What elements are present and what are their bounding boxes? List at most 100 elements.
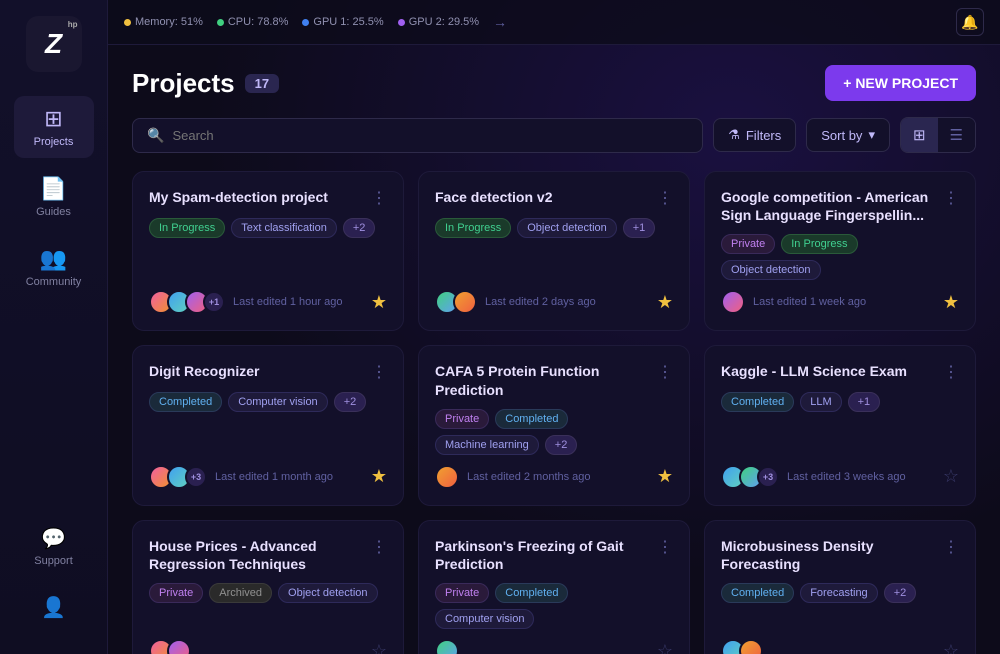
tag-completed: Completed [149, 392, 222, 412]
avatar-group [721, 290, 745, 314]
card-menu-icon[interactable]: ⋮ [371, 537, 387, 557]
tag-more: +2 [884, 583, 917, 603]
star-button[interactable]: ☆ [943, 641, 959, 654]
support-icon: 💬 [41, 526, 66, 551]
star-button[interactable]: ☆ [943, 466, 959, 487]
star-button[interactable]: ★ [657, 466, 673, 487]
logo-text: Z [45, 30, 62, 58]
avatar-group [435, 290, 477, 314]
avatar-group: +1 [149, 290, 225, 314]
metrics-arrow[interactable]: → [493, 14, 507, 30]
tag-object-detection: Object detection [517, 218, 617, 238]
card-tags: Completed Forecasting +2 [721, 583, 959, 603]
card-header: My Spam-detection project ⋮ [149, 188, 387, 208]
sidebar-item-support[interactable]: 💬 Support [14, 516, 94, 577]
filters-button[interactable]: ⚗ Filters [713, 118, 796, 152]
card-menu-icon[interactable]: ⋮ [657, 188, 673, 208]
gpu2-metric: GPU 2: 29.5% [398, 16, 479, 28]
footer-right: ★ [371, 292, 387, 313]
grid-view-button[interactable]: ⊞ [901, 118, 938, 152]
edit-time: Last edited 3 weeks ago [787, 471, 906, 483]
main-content: Memory: 51% CPU: 78.8% GPU 1: 25.5% GPU … [108, 0, 1000, 654]
star-button[interactable]: ☆ [371, 641, 387, 654]
search-box[interactable]: 🔍 [132, 118, 703, 153]
hp-badge: hp [68, 20, 78, 29]
sidebar-item-profile[interactable]: 👤 [14, 585, 94, 630]
tag-in-progress: In Progress [149, 218, 225, 238]
tag-private: Private [435, 583, 489, 603]
card-footer: Last edited 1 week ago ★ [721, 290, 959, 314]
app-logo[interactable]: Z hp [26, 16, 82, 72]
guides-icon: 📄 [40, 176, 67, 202]
footer-right: ★ [371, 466, 387, 487]
project-card[interactable]: My Spam-detection project ⋮ In Progress … [132, 171, 404, 331]
sidebar-nav: ⊞ Projects 📄 Guides 👥 Community [0, 96, 107, 516]
tag-more: +1 [848, 392, 881, 412]
card-menu-icon[interactable]: ⋮ [371, 188, 387, 208]
sidebar-item-label: Projects [34, 136, 74, 148]
profile-icon: 👤 [41, 595, 66, 620]
tag-completed: Completed [495, 409, 568, 429]
project-card[interactable]: Microbusiness Density Forecasting ⋮ Comp… [704, 520, 976, 654]
memory-metric: Memory: 51% [124, 16, 203, 28]
topbar: Memory: 51% CPU: 78.8% GPU 1: 25.5% GPU … [108, 0, 1000, 45]
project-card[interactable]: Google competition - American Sign Langu… [704, 171, 976, 331]
cpu-dot [217, 19, 224, 26]
card-title: Microbusiness Density Forecasting [721, 537, 935, 573]
tag-more: +2 [334, 392, 367, 412]
star-button[interactable]: ★ [371, 292, 387, 313]
tag-private: Private [721, 234, 775, 254]
card-menu-icon[interactable]: ⋮ [657, 537, 673, 557]
sidebar-item-community[interactable]: 👥 Community [14, 236, 94, 298]
footer-right: ★ [943, 292, 959, 313]
card-menu-icon[interactable]: ⋮ [943, 362, 959, 382]
card-tags: Private Completed Computer vision [435, 583, 673, 629]
search-input[interactable] [172, 128, 688, 143]
sidebar: Z hp ⊞ Projects 📄 Guides 👥 Community 💬 S… [0, 0, 108, 654]
list-view-button[interactable]: ☰ [938, 118, 975, 152]
card-footer: ☆ [435, 639, 673, 654]
star-button[interactable]: ★ [943, 292, 959, 313]
avatar-group: +3 [149, 465, 207, 489]
chevron-down-icon: ▾ [868, 127, 875, 143]
page-title-row: Projects 17 [132, 68, 279, 99]
tag-in-progress: In Progress [781, 234, 857, 254]
card-title: Kaggle - LLM Science Exam [721, 362, 935, 380]
star-button[interactable]: ★ [371, 466, 387, 487]
project-card[interactable]: Digit Recognizer ⋮ Completed Computer vi… [132, 345, 404, 505]
star-button[interactable]: ☆ [657, 641, 673, 654]
card-footer: Last edited 2 days ago ★ [435, 290, 673, 314]
project-card[interactable]: Face detection v2 ⋮ In Progress Object d… [418, 171, 690, 331]
card-footer: ☆ [149, 639, 387, 654]
footer-right: ☆ [657, 641, 673, 654]
card-tags: In Progress Object detection +1 [435, 218, 673, 238]
sort-button[interactable]: Sort by ▾ [806, 118, 890, 152]
card-footer: Last edited 2 months ago ★ [435, 465, 673, 489]
project-card[interactable]: Parkinson's Freezing of Gait Prediction … [418, 520, 690, 654]
avatar [721, 290, 745, 314]
new-project-button[interactable]: + NEW PROJECT [825, 65, 976, 101]
edit-time: Last edited 1 hour ago [233, 296, 342, 308]
project-card[interactable]: Kaggle - LLM Science Exam ⋮ Completed LL… [704, 345, 976, 505]
project-card[interactable]: House Prices - Advanced Regression Techn… [132, 520, 404, 654]
tag-text-classification: Text classification [231, 218, 337, 238]
sidebar-item-guides[interactable]: 📄 Guides [14, 166, 94, 228]
card-menu-icon[interactable]: ⋮ [657, 362, 673, 382]
sidebar-item-projects[interactable]: ⊞ Projects [14, 96, 94, 158]
card-tags: Private Completed Machine learning +2 [435, 409, 673, 455]
card-menu-icon[interactable]: ⋮ [943, 188, 959, 208]
projects-icon: ⊞ [44, 106, 62, 132]
card-menu-icon[interactable]: ⋮ [371, 362, 387, 382]
card-menu-icon[interactable]: ⋮ [943, 537, 959, 557]
avatar [739, 639, 763, 654]
card-footer: +3 Last edited 3 weeks ago ☆ [721, 465, 959, 489]
tag-computer-vision: Computer vision [228, 392, 327, 412]
sidebar-item-label: Community [26, 276, 82, 288]
tag-completed: Completed [721, 583, 794, 603]
card-title: CAFA 5 Protein Function Prediction [435, 362, 649, 398]
star-button[interactable]: ★ [657, 292, 673, 313]
notification-bell[interactable]: 🔔 [956, 8, 984, 36]
gpu1-dot [302, 19, 309, 26]
project-card[interactable]: CAFA 5 Protein Function Prediction ⋮ Pri… [418, 345, 690, 505]
page-title: Projects [132, 68, 235, 99]
